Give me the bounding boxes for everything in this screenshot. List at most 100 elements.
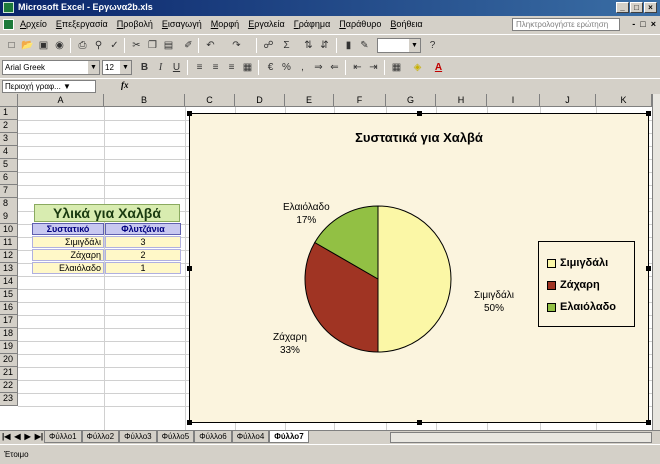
column-header-d[interactable]: D xyxy=(235,94,285,107)
increase-decimal-icon[interactable]: ⇒ xyxy=(311,60,326,75)
menu-chart[interactable]: Γράφημα xyxy=(294,19,331,29)
table-cell-ingredient[interactable]: Σιμιγδάλι xyxy=(32,236,104,248)
table-cell-ingredient[interactable]: Ζάχαρη xyxy=(32,249,104,261)
row-header[interactable]: 19 xyxy=(0,341,18,354)
menu-tools[interactable]: Εργαλεία xyxy=(248,19,285,29)
table-cell-cups[interactable]: 3 xyxy=(105,236,181,248)
excel-app-icon[interactable] xyxy=(3,2,14,13)
pie-chart[interactable]: Συστατικά για Χαλβά Σιμιγδάλι 50% Ζάχαρη 33… xyxy=(187,111,651,425)
row-header[interactable]: 22 xyxy=(0,380,18,393)
row-header[interactable]: 18 xyxy=(0,328,18,341)
row-header[interactable]: 10 xyxy=(0,224,18,237)
font-name-combo[interactable]: Arial Greek ▼ xyxy=(2,60,100,75)
font-size-combo[interactable]: 12 ▼ xyxy=(102,60,132,75)
last-sheet-button[interactable]: ▶| xyxy=(35,432,43,441)
restore-button[interactable]: □ xyxy=(630,2,643,13)
sheet-tab[interactable]: Φύλλο4 xyxy=(231,431,270,443)
sheet-tab[interactable]: Φύλλο5 xyxy=(156,431,195,443)
row-header[interactable]: 21 xyxy=(0,367,18,380)
comma-style-icon[interactable]: , xyxy=(295,60,310,75)
row-header[interactable]: 1 xyxy=(0,107,18,120)
percent-icon[interactable]: % xyxy=(279,60,294,75)
borders-icon[interactable]: ▦ xyxy=(389,60,404,75)
table-header-ingredient[interactable]: Συστατικό xyxy=(32,223,104,235)
sheet-tab[interactable]: Φύλλο3 xyxy=(119,431,157,443)
column-header-a[interactable]: A xyxy=(18,94,104,107)
autosum-icon[interactable]: Σ xyxy=(279,38,294,53)
row-header[interactable]: 15 xyxy=(0,289,18,302)
column-header-f[interactable]: F xyxy=(334,94,386,107)
print-preview-icon[interactable]: ⚲ xyxy=(91,38,106,53)
new-icon[interactable]: □ xyxy=(4,38,19,53)
pie-data-label[interactable]: Ζάχαρη 33% xyxy=(273,331,307,357)
legend-item[interactable]: Σιμιγδάλι xyxy=(547,257,608,269)
next-sheet-button[interactable]: ▶ xyxy=(25,432,31,441)
row-header[interactable]: 20 xyxy=(0,354,18,367)
insert-function-icon[interactable]: fx xyxy=(121,80,129,90)
zoom-combo[interactable]: ▼ xyxy=(377,38,421,53)
doc-close-button[interactable]: × xyxy=(651,19,656,29)
menu-help[interactable]: Βοήθεια xyxy=(390,19,422,29)
doc-restore-button[interactable]: □ xyxy=(640,19,645,29)
sort-ascending-icon[interactable]: ⇅ xyxy=(301,38,316,53)
italic-icon[interactable]: I xyxy=(153,60,168,75)
row-header[interactable]: 9 xyxy=(0,211,18,224)
align-left-icon[interactable]: ≡ xyxy=(192,60,207,75)
row-header[interactable]: 16 xyxy=(0,302,18,315)
help-question-input[interactable]: Πληκτρολογήστε ερώτηση xyxy=(512,18,620,31)
drawing-icon[interactable]: ✎ xyxy=(357,38,372,53)
table-header-cups[interactable]: Φλυτζάνια xyxy=(105,223,181,235)
column-header-g[interactable]: G xyxy=(386,94,436,107)
sheet-tab[interactable]: Φύλλο1 xyxy=(44,431,82,443)
row-header[interactable]: 3 xyxy=(0,133,18,146)
column-header-c[interactable]: C xyxy=(185,94,235,107)
fill-color-icon[interactable]: ◈ xyxy=(410,60,425,75)
menu-file[interactable]: Αρχείο xyxy=(20,19,47,29)
decrease-decimal-icon[interactable]: ⇐ xyxy=(327,60,342,75)
row-header[interactable]: 14 xyxy=(0,276,18,289)
chart-wizard-icon[interactable]: ▮ xyxy=(341,38,356,53)
close-button[interactable]: × xyxy=(644,2,657,13)
column-header-i[interactable]: I xyxy=(487,94,540,107)
horizontal-scrollbar[interactable] xyxy=(390,432,652,443)
row-header[interactable]: 4 xyxy=(0,146,18,159)
table-cell-cups[interactable]: 1 xyxy=(105,262,181,274)
redo-icon[interactable]: ↷ xyxy=(229,38,244,53)
row-header[interactable]: 5 xyxy=(0,159,18,172)
cut-icon[interactable]: ✂ xyxy=(129,38,144,53)
first-sheet-button[interactable]: |◀ xyxy=(2,432,10,441)
spelling-icon[interactable]: ✓ xyxy=(107,38,122,53)
name-box[interactable]: Περιοχή γραφ... ▼ xyxy=(2,80,96,93)
column-header-b[interactable]: B xyxy=(104,94,185,107)
row-header[interactable]: 17 xyxy=(0,315,18,328)
sheet-tab[interactable]: Φύλλο6 xyxy=(194,431,232,443)
row-header[interactable]: 6 xyxy=(0,172,18,185)
row-header[interactable]: 11 xyxy=(0,237,18,250)
hyperlink-icon[interactable]: ☍ xyxy=(261,38,276,53)
row-header[interactable]: 2 xyxy=(0,120,18,133)
pie-data-label[interactable]: Σιμιγδάλι 50% xyxy=(474,289,514,315)
row-header[interactable]: 12 xyxy=(0,250,18,263)
column-header-k[interactable]: K xyxy=(596,94,652,107)
menu-window[interactable]: Παράθυρο xyxy=(339,19,381,29)
decrease-indent-icon[interactable]: ⇤ xyxy=(350,60,365,75)
increase-indent-icon[interactable]: ⇥ xyxy=(366,60,381,75)
format-painter-icon[interactable]: ✐ xyxy=(181,38,196,53)
permission-icon[interactable]: ◉ xyxy=(52,38,67,53)
bold-icon[interactable]: B xyxy=(137,60,152,75)
currency-icon[interactable]: € xyxy=(263,60,278,75)
table-title[interactable]: Υλικά για Χαλβά xyxy=(34,204,180,222)
sort-descending-icon[interactable]: ⇵ xyxy=(317,38,332,53)
font-color-icon[interactable]: A xyxy=(431,60,446,75)
minimize-button[interactable]: _ xyxy=(616,2,629,13)
sheet-tab-active[interactable]: Φύλλο7 xyxy=(269,431,309,443)
copy-icon[interactable]: ❐ xyxy=(145,38,160,53)
table-cell-ingredient[interactable]: Ελαιόλαδο xyxy=(32,262,104,274)
vertical-scrollbar[interactable] xyxy=(652,94,660,430)
menu-view[interactable]: Προβολή xyxy=(117,19,153,29)
merge-center-icon[interactable]: ▦ xyxy=(240,60,255,75)
open-icon[interactable]: 📂 xyxy=(20,38,35,53)
menu-edit[interactable]: Επεξεργασία xyxy=(56,19,108,29)
column-header-j[interactable]: J xyxy=(540,94,596,107)
workbook-icon[interactable] xyxy=(3,19,14,30)
